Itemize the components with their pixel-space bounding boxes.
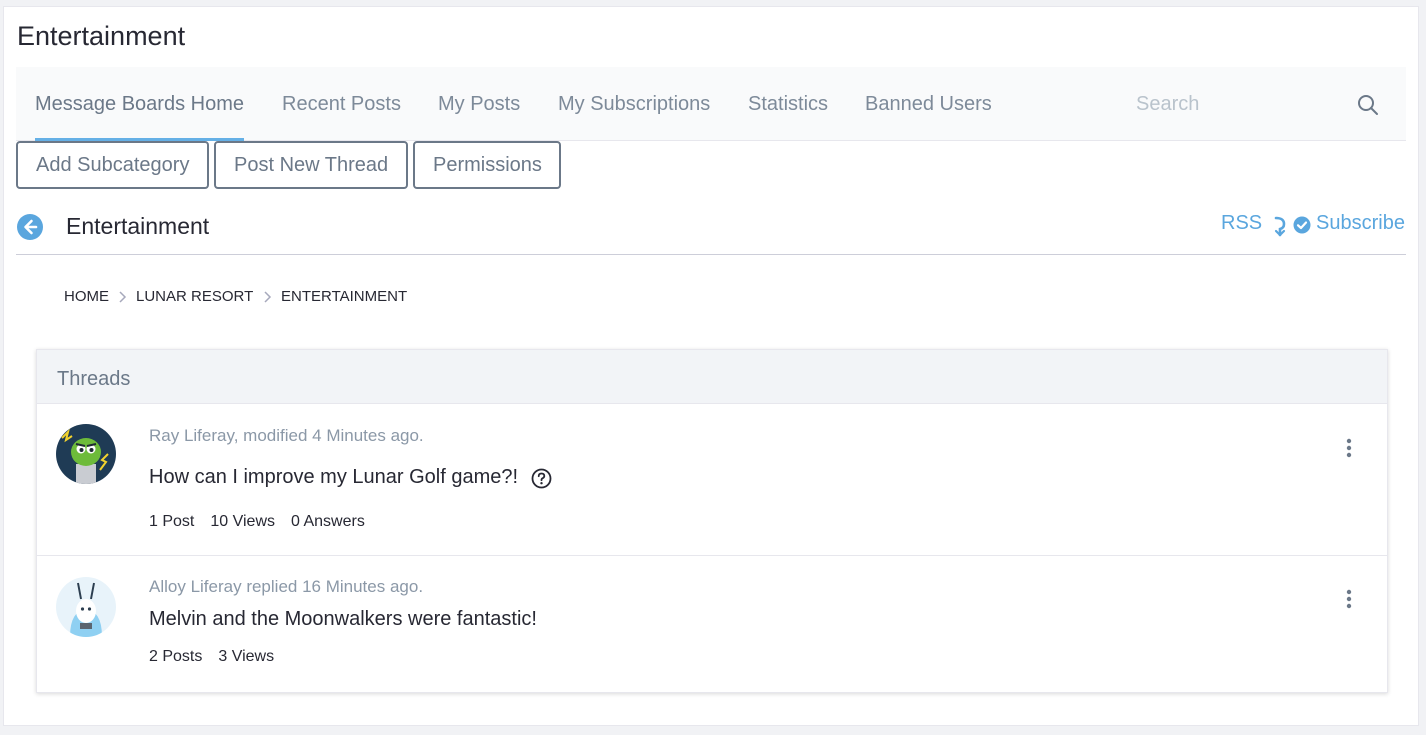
thread-meta: Ray Liferay, modified 4 Minutes ago. (149, 426, 424, 445)
threads-panel-title: Threads (57, 368, 131, 390)
chevron-right-icon (264, 291, 272, 303)
breadcrumb-entertainment: ENTERTAINMENT (281, 288, 408, 305)
view-count: 10 Views (210, 513, 275, 530)
nav-message-boards-home[interactable]: Message Boards Home (35, 67, 244, 141)
ellipsis-v-icon[interactable] (1337, 436, 1361, 460)
nav-banned-users[interactable]: Banned Users (865, 67, 992, 141)
message-boards-navbar: Message Boards Home Recent Posts My Post… (16, 67, 1406, 141)
arrow-left-circle-icon[interactable] (16, 213, 44, 241)
subscribe-link[interactable]: Subscribe (1316, 212, 1405, 235)
breadcrumb-lunar-resort[interactable]: LUNAR RESORT (136, 288, 253, 305)
question-circle-icon (531, 468, 552, 489)
ellipsis-v-icon[interactable] (1337, 587, 1361, 611)
post-count: 2 Posts (149, 648, 203, 665)
search-icon[interactable] (1356, 93, 1380, 117)
chevron-right-icon (119, 291, 127, 303)
thread-title[interactable]: How can I improve my Lunar Golf game?! (149, 466, 518, 489)
message-boards-portlet: Entertainment Message Boards Home Recent… (3, 6, 1419, 726)
thread-stats: 1 Post 10 Views 0 Answers (149, 513, 381, 531)
category-title: Entertainment (66, 213, 210, 239)
nav-my-posts[interactable]: My Posts (438, 67, 520, 141)
answer-count: 0 Answers (291, 513, 365, 530)
add-subcategory-button[interactable]: Add Subcategory (16, 141, 209, 189)
post-count: 1 Post (149, 513, 195, 530)
avatar (56, 577, 116, 637)
post-new-thread-button[interactable]: Post New Thread (214, 141, 408, 189)
threads-panel-header: Threads (37, 350, 1387, 404)
threads-panel: Threads Ray Liferay, modified 4 Minutes … (36, 349, 1388, 693)
nav-statistics[interactable]: Statistics (748, 67, 828, 141)
category-header: Entertainment RSS Subscribe (16, 207, 1406, 255)
ray-avatar-icon (56, 424, 116, 484)
nav-my-subscriptions[interactable]: My Subscriptions (558, 67, 710, 141)
thread-meta: Alloy Liferay replied 16 Minutes ago. (149, 577, 424, 596)
portlet-title: Entertainment (17, 21, 186, 51)
avatar (56, 424, 116, 484)
breadcrumb-home[interactable]: HOME (64, 288, 109, 305)
alloy-avatar-icon (56, 577, 116, 637)
rss-link[interactable]: RSS (1221, 212, 1262, 235)
thread-row[interactable]: Ray Liferay, modified 4 Minutes ago. How… (37, 404, 1387, 554)
thread-stats: 2 Posts 3 Views (149, 648, 290, 666)
search-input[interactable] (1136, 89, 1336, 119)
thread-title[interactable]: Melvin and the Moonwalkers were fantasti… (149, 608, 537, 631)
permissions-button[interactable]: Permissions (413, 141, 561, 189)
check-circle-icon[interactable] (1293, 216, 1311, 234)
thread-row[interactable]: Alloy Liferay replied 16 Minutes ago. Me… (37, 556, 1387, 692)
rss-arrow-icon[interactable] (1273, 215, 1287, 237)
nav-recent-posts[interactable]: Recent Posts (282, 67, 401, 141)
view-count: 3 Views (218, 648, 275, 665)
